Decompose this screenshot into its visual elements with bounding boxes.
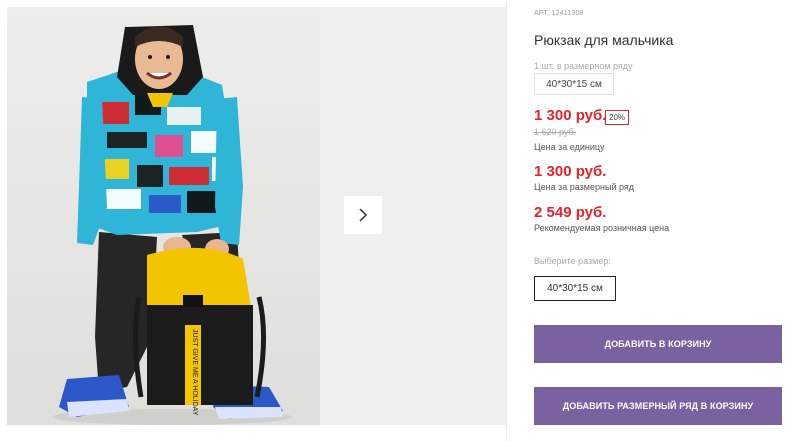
product-photo[interactable]: JUST GIVE ME A HOLIDAY xyxy=(7,7,320,425)
unit-price-label: Цена за единицу xyxy=(534,142,605,152)
size-select-label: Выберите размер: xyxy=(534,256,611,266)
set-price-label: Цена за размерный ряд xyxy=(534,182,635,192)
panel-divider xyxy=(506,0,507,441)
add-size-range-to-cart-button[interactable]: ДОБАВИТЬ РАЗМЕРНЫЙ РЯД В КОРЗИНУ xyxy=(534,387,782,425)
size-option-selected[interactable]: 40*30*15 см xyxy=(534,276,616,301)
old-price: 1 620 руб. xyxy=(534,127,577,137)
size-range-label: 1 шт. в размерном ряду xyxy=(534,61,633,71)
product-photo-illustration: JUST GIVE ME A HOLIDAY xyxy=(7,7,320,425)
set-price: 1 300 руб. xyxy=(534,163,607,180)
backpack-print: JUST GIVE ME A HOLIDAY xyxy=(191,329,198,416)
size-range-chip: 40*30*15 см xyxy=(534,73,614,95)
article-number: АРТ. 12411308 xyxy=(534,10,584,17)
product-title: Рюкзак для мальчика xyxy=(534,32,674,48)
product-gallery: JUST GIVE ME A HOLIDAY xyxy=(0,0,506,441)
add-to-cart-button[interactable]: ДОБАВИТЬ В КОРЗИНУ xyxy=(534,325,782,363)
unit-price: 1 300 руб. xyxy=(534,107,607,124)
chevron-right-icon xyxy=(359,208,368,222)
discount-badge: 20% xyxy=(605,110,630,125)
retail-price: 2 549 руб. xyxy=(534,204,607,221)
gallery-next-button[interactable] xyxy=(344,196,382,234)
retail-price-label: Рекомендуемая розничная цена xyxy=(534,223,670,233)
